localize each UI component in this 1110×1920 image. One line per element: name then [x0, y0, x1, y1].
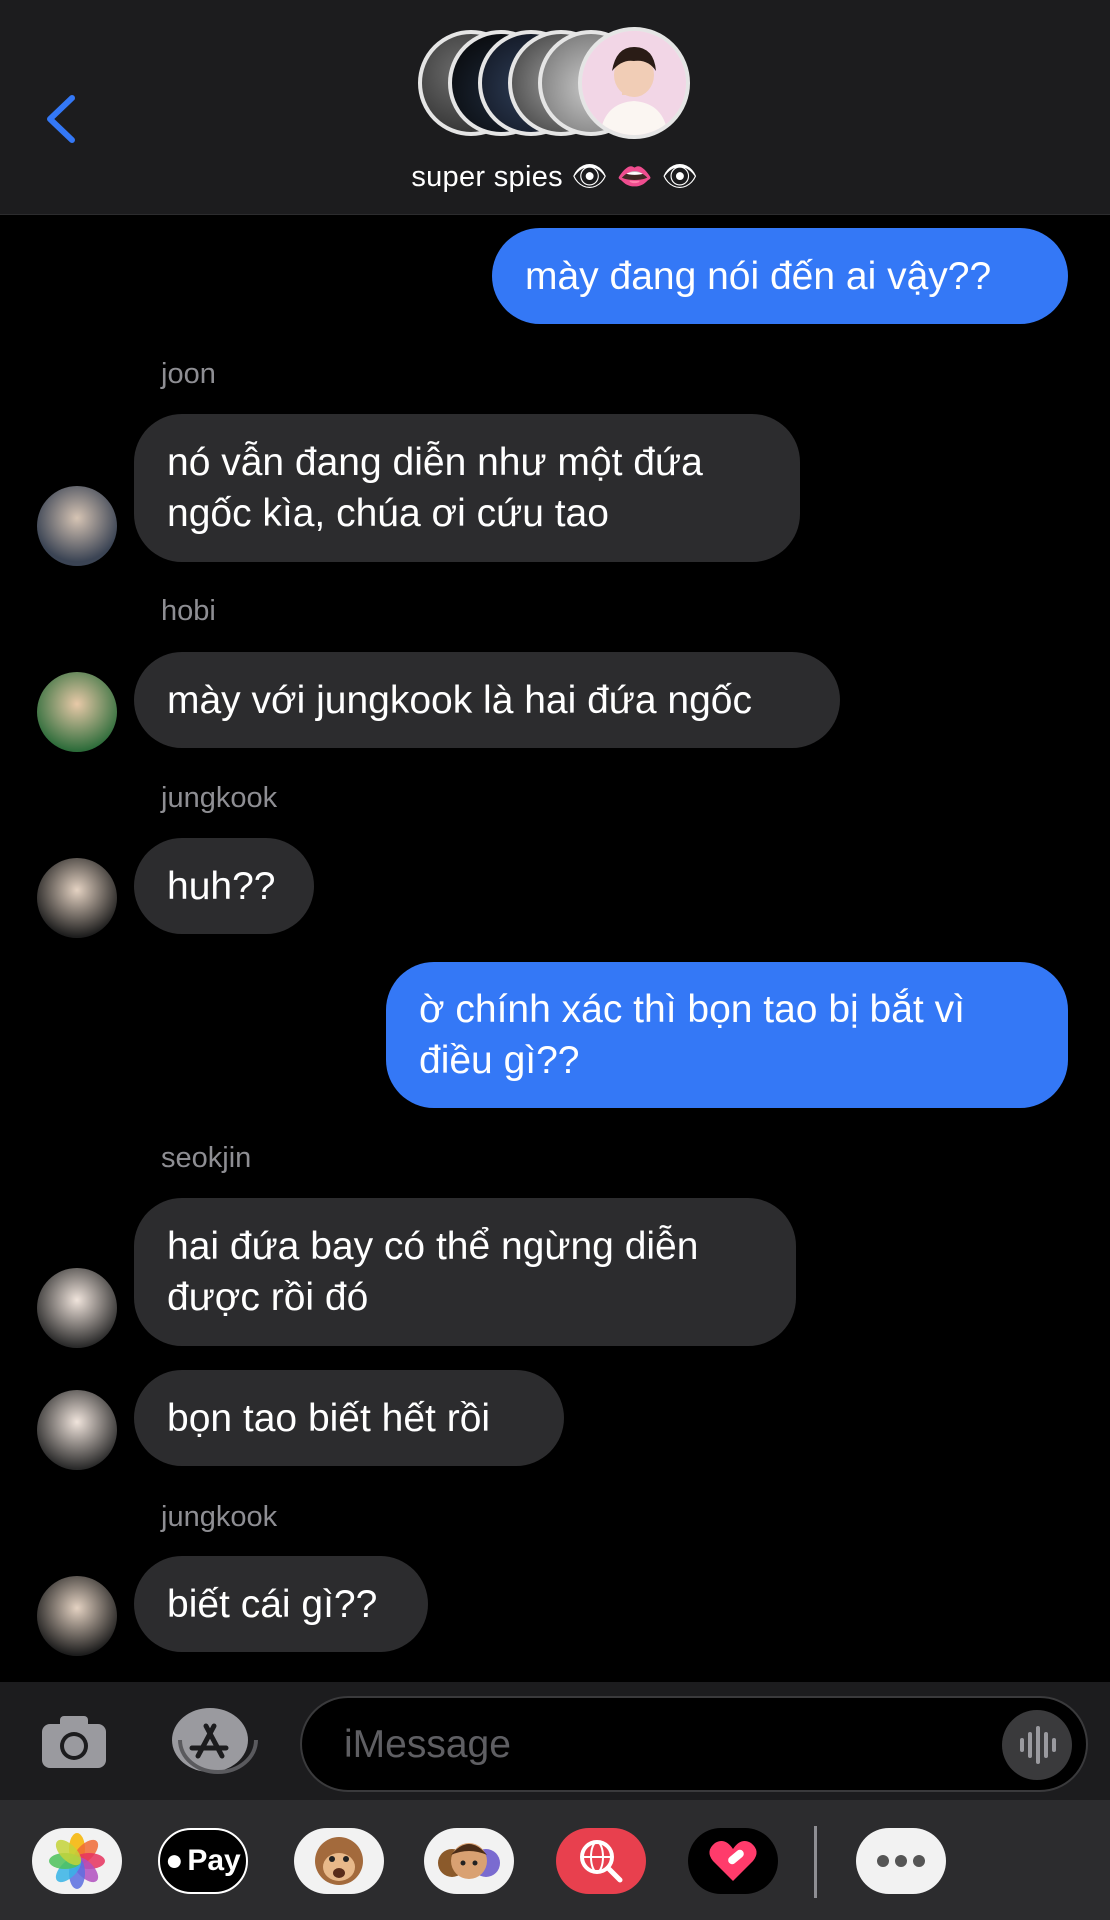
apple-pay-button[interactable]: ● Pay: [158, 1828, 248, 1894]
message-text: nó vẫn đang diễn như một đứa ngốc kìa, c…: [167, 441, 703, 535]
group-name[interactable]: super spies 👁 👄 👁: [0, 160, 1110, 194]
avatar[interactable]: [37, 1268, 117, 1348]
avatar[interactable]: [37, 672, 117, 752]
app-drawer: ● Pay: [0, 1800, 1110, 1920]
message-bubble-received[interactable]: huh??: [134, 838, 314, 934]
group-name-text: super spies: [411, 161, 563, 193]
memoji-icon: [438, 1843, 500, 1879]
message-text: bọn tao biết hết rồi: [167, 1396, 491, 1440]
avatar[interactable]: [37, 486, 117, 566]
message-bubble-received[interactable]: bọn tao biết hết rồi: [134, 1370, 564, 1466]
message-bubble-received[interactable]: nó vẫn đang diễn như một đứa ngốc kìa, c…: [134, 414, 800, 562]
sender-name: joon: [161, 358, 216, 390]
animoji-button[interactable]: [294, 1828, 384, 1894]
photos-icon: [49, 1833, 105, 1889]
app-store-button[interactable]: [168, 1704, 260, 1776]
apple-pay-icon: ●: [165, 1844, 184, 1877]
digital-touch-icon: [709, 1841, 757, 1881]
message-text: ờ chính xác thì bọn tao bị bắt vì điều g…: [419, 988, 965, 1082]
photos-app-button[interactable]: [32, 1828, 122, 1894]
composer-bar: [0, 1682, 1110, 1800]
message-bubble-received[interactable]: mày với jungkook là hai đứa ngốc: [134, 652, 840, 748]
more-icon: [877, 1855, 925, 1867]
chevron-left-icon: [47, 95, 75, 143]
message-bubble-received[interactable]: hai đứa bay có thể ngừng diễn được rồi đ…: [134, 1198, 796, 1346]
back-button[interactable]: [38, 84, 88, 154]
sender-name: jungkook: [161, 782, 278, 814]
message-field[interactable]: [300, 1696, 1088, 1792]
message-text: huh??: [167, 864, 276, 908]
drawer-divider: [814, 1826, 817, 1898]
web-search-button[interactable]: [556, 1828, 646, 1894]
app-store-icon: [172, 1708, 258, 1774]
sender-name: jungkook: [161, 1501, 278, 1533]
animoji-icon: [315, 1837, 363, 1885]
digital-touch-button[interactable]: [688, 1828, 778, 1894]
avatar[interactable]: [37, 858, 117, 938]
message-bubble-received[interactable]: biết cái gì??: [134, 1556, 428, 1652]
avatar[interactable]: [37, 1390, 117, 1470]
group-avatar-stack[interactable]: [418, 27, 693, 146]
more-apps-button[interactable]: [856, 1828, 946, 1894]
avatar[interactable]: [37, 1576, 117, 1656]
group-name-emoji: 👁 👄 👁: [571, 161, 699, 193]
message-text: hai đứa bay có thể ngừng diễn được rồi đ…: [167, 1225, 699, 1319]
message-bubble-sent[interactable]: mày đang nói đến ai vậy??: [492, 228, 1068, 324]
waveform-icon: [1020, 1726, 1056, 1764]
web-search-icon: [580, 1840, 623, 1883]
message-text: mày với jungkook là hai đứa ngốc: [167, 678, 752, 722]
memoji-stickers-button[interactable]: [424, 1828, 514, 1894]
message-bubble-sent[interactable]: ờ chính xác thì bọn tao bị bắt vì điều g…: [386, 962, 1068, 1108]
member-avatar: [578, 27, 690, 139]
conversation-header: super spies 👁 👄 👁: [0, 0, 1110, 215]
camera-button[interactable]: [38, 1712, 110, 1772]
sender-name: seokjin: [161, 1142, 252, 1174]
audio-message-button[interactable]: [1002, 1710, 1072, 1780]
message-text: biết cái gì??: [167, 1582, 378, 1626]
message-input[interactable]: [342, 1716, 986, 1774]
sender-name: hobi: [161, 595, 216, 627]
message-text: mày đang nói đến ai vậy??: [525, 254, 992, 298]
apple-pay-label: Pay: [187, 1844, 241, 1877]
camera-icon: [42, 1716, 106, 1768]
